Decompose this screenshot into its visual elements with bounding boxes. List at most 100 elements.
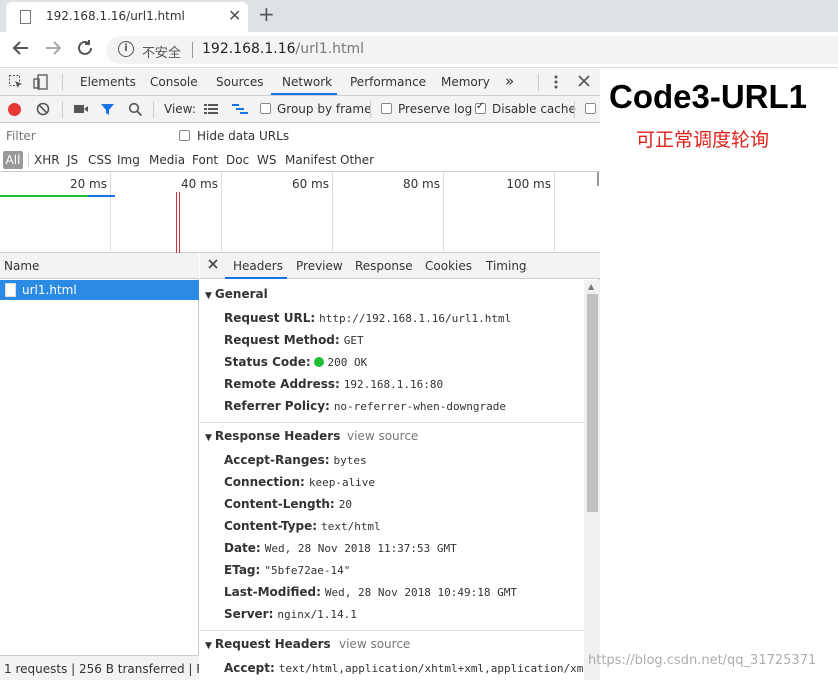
hide-data-urls-checkbox[interactable] [179, 130, 190, 141]
large-rows-icon[interactable] [204, 104, 218, 118]
active-tab-indicator [271, 93, 337, 95]
tab-sources[interactable]: Sources [216, 75, 263, 89]
url-text[interactable]: 192.168.1.16/url1.html [202, 41, 364, 57]
filter-bar: Hide data URLs [0, 123, 600, 148]
type-filter-js[interactable]: JS [67, 153, 78, 167]
header-row: Content-Length: 20 [224, 497, 352, 511]
section-divider [200, 422, 584, 423]
tab-performance[interactable]: Performance [350, 75, 426, 89]
type-filter-img[interactable]: Img [117, 153, 140, 167]
tab-cookies[interactable]: Cookies [425, 259, 472, 273]
video-camera-icon[interactable] [73, 103, 89, 118]
tab-timing[interactable]: Timing [486, 259, 527, 273]
page-subtitle: 可正常调度轮询 [636, 129, 770, 151]
timeline-tick: 80 ms [402, 177, 440, 191]
close-detail-icon[interactable] [207, 258, 219, 273]
tab-headers[interactable]: Headers [233, 259, 283, 273]
type-filter-doc[interactable]: Doc [226, 153, 249, 167]
filter-icon[interactable] [100, 102, 115, 120]
search-icon[interactable] [128, 102, 143, 120]
record-icon[interactable] [8, 103, 21, 116]
header-key: Content-Type: [224, 519, 318, 533]
header-row: Date: Wed, 28 Nov 2018 11:37:53 GMT [224, 541, 457, 555]
divider [370, 101, 371, 118]
request-row[interactable]: url1.html [0, 280, 199, 300]
group-by-frame-checkbox[interactable] [260, 103, 271, 114]
new-tab-button[interactable]: + [258, 2, 275, 26]
type-filter-css[interactable]: CSS [88, 153, 112, 167]
resource-type-filter: All XHR JS CSS Img Media Font Doc WS Man… [0, 148, 600, 172]
browser-tab[interactable]: 192.168.1.16/url1.html ✕ [6, 2, 248, 32]
header-key: Last-Modified: [224, 585, 321, 599]
preserve-log-checkbox[interactable] [381, 103, 392, 114]
gridline [554, 172, 555, 253]
timeline-handle[interactable] [597, 172, 599, 186]
tab-preview[interactable]: Preview [296, 259, 343, 273]
type-filter-all[interactable]: All [3, 151, 23, 169]
type-filter-xhr[interactable]: XHR [34, 153, 60, 167]
type-filter-other[interactable]: Other [340, 153, 374, 167]
type-filter-ws[interactable]: WS [257, 153, 276, 167]
header-row: Content-Type: text/html [224, 519, 381, 533]
section-title: General [214, 287, 268, 301]
divider [62, 74, 63, 91]
more-tabs-icon[interactable]: » [505, 72, 514, 90]
header-key: Request Method: [224, 333, 340, 347]
header-key: ETag: [224, 563, 261, 577]
header-value: text/html [321, 520, 381, 533]
type-filter-font[interactable]: Font [192, 153, 218, 167]
header-value: text/html,application/xhtml+xml,applicat… [278, 662, 584, 675]
address-bar: i 不安全 192.168.1.16/url1.html [0, 32, 838, 68]
header-value: Wed, 28 Nov 2018 10:49:18 GMT [324, 586, 517, 599]
page-heading: Code3-URL1 [609, 78, 808, 115]
request-headers-section-toggle[interactable]: ▼ Request Headers [205, 637, 331, 651]
divider [538, 74, 539, 91]
view-source-link[interactable]: view source [347, 429, 418, 443]
section-divider [200, 630, 584, 631]
preserve-log-label: Preserve log [398, 102, 473, 116]
type-filter-media[interactable]: Media [149, 153, 185, 167]
type-filter-manifest[interactable]: Manifest [285, 153, 336, 167]
timeline-tick: 60 ms [291, 177, 329, 191]
inspect-element-icon[interactable] [8, 74, 24, 93]
close-devtools-icon[interactable] [577, 74, 591, 91]
waiting-bar [0, 195, 88, 197]
tab-memory[interactable]: Memory [441, 75, 490, 89]
back-icon[interactable] [12, 39, 30, 62]
headers-scrollbar[interactable]: ▲ [584, 280, 600, 680]
device-toolbar-icon[interactable] [33, 74, 49, 93]
network-overview-timeline[interactable]: 20 ms 40 ms 60 ms 80 ms 100 ms [0, 172, 600, 253]
header-value: "5bfe72ae-14" [264, 564, 351, 577]
request-list: Name url1.html 1 requests | 256 B transf… [0, 253, 199, 680]
divider [28, 153, 29, 167]
dom-content-loaded-marker [176, 192, 177, 253]
tab-elements[interactable]: Elements [80, 75, 136, 89]
header-value: 20 [338, 498, 352, 511]
disable-cache-checkbox[interactable] [475, 101, 486, 114]
close-tab-icon[interactable]: ✕ [228, 6, 241, 25]
filter-input[interactable] [2, 126, 166, 145]
kebab-menu-icon[interactable] [552, 74, 560, 93]
name-column-header[interactable]: Name [0, 253, 199, 279]
omnibox-divider [192, 42, 193, 58]
response-headers-section-toggle[interactable]: ▼ Response Headers [205, 429, 340, 443]
info-icon[interactable]: i [118, 41, 134, 57]
view-source-link[interactable]: view source [339, 637, 410, 651]
header-row: Referrer Policy: no-referrer-when-downgra… [224, 399, 506, 413]
general-section-toggle[interactable]: ▼ General [205, 287, 268, 301]
scroll-up-icon[interactable]: ▲ [588, 282, 594, 291]
forward-icon[interactable] [44, 39, 62, 62]
security-label[interactable]: 不安全 [142, 42, 181, 61]
header-row: Accept: text/html,application/xhtml+xml,a… [224, 661, 583, 675]
scrollbar-thumb[interactable] [587, 294, 598, 512]
group-by-frame-label: Group by frame [277, 102, 372, 116]
tab-network[interactable]: Network [282, 75, 332, 89]
clear-icon[interactable] [36, 102, 50, 119]
disable-cache-label: Disable cache [492, 102, 576, 116]
tab-console[interactable]: Console [150, 75, 198, 89]
offline-checkbox[interactable] [585, 103, 596, 114]
reload-icon[interactable] [76, 39, 94, 62]
tab-response[interactable]: Response [355, 259, 413, 273]
omnibox[interactable]: i 不安全 192.168.1.16/url1.html [106, 36, 838, 64]
waterfall-icon[interactable] [232, 103, 248, 119]
